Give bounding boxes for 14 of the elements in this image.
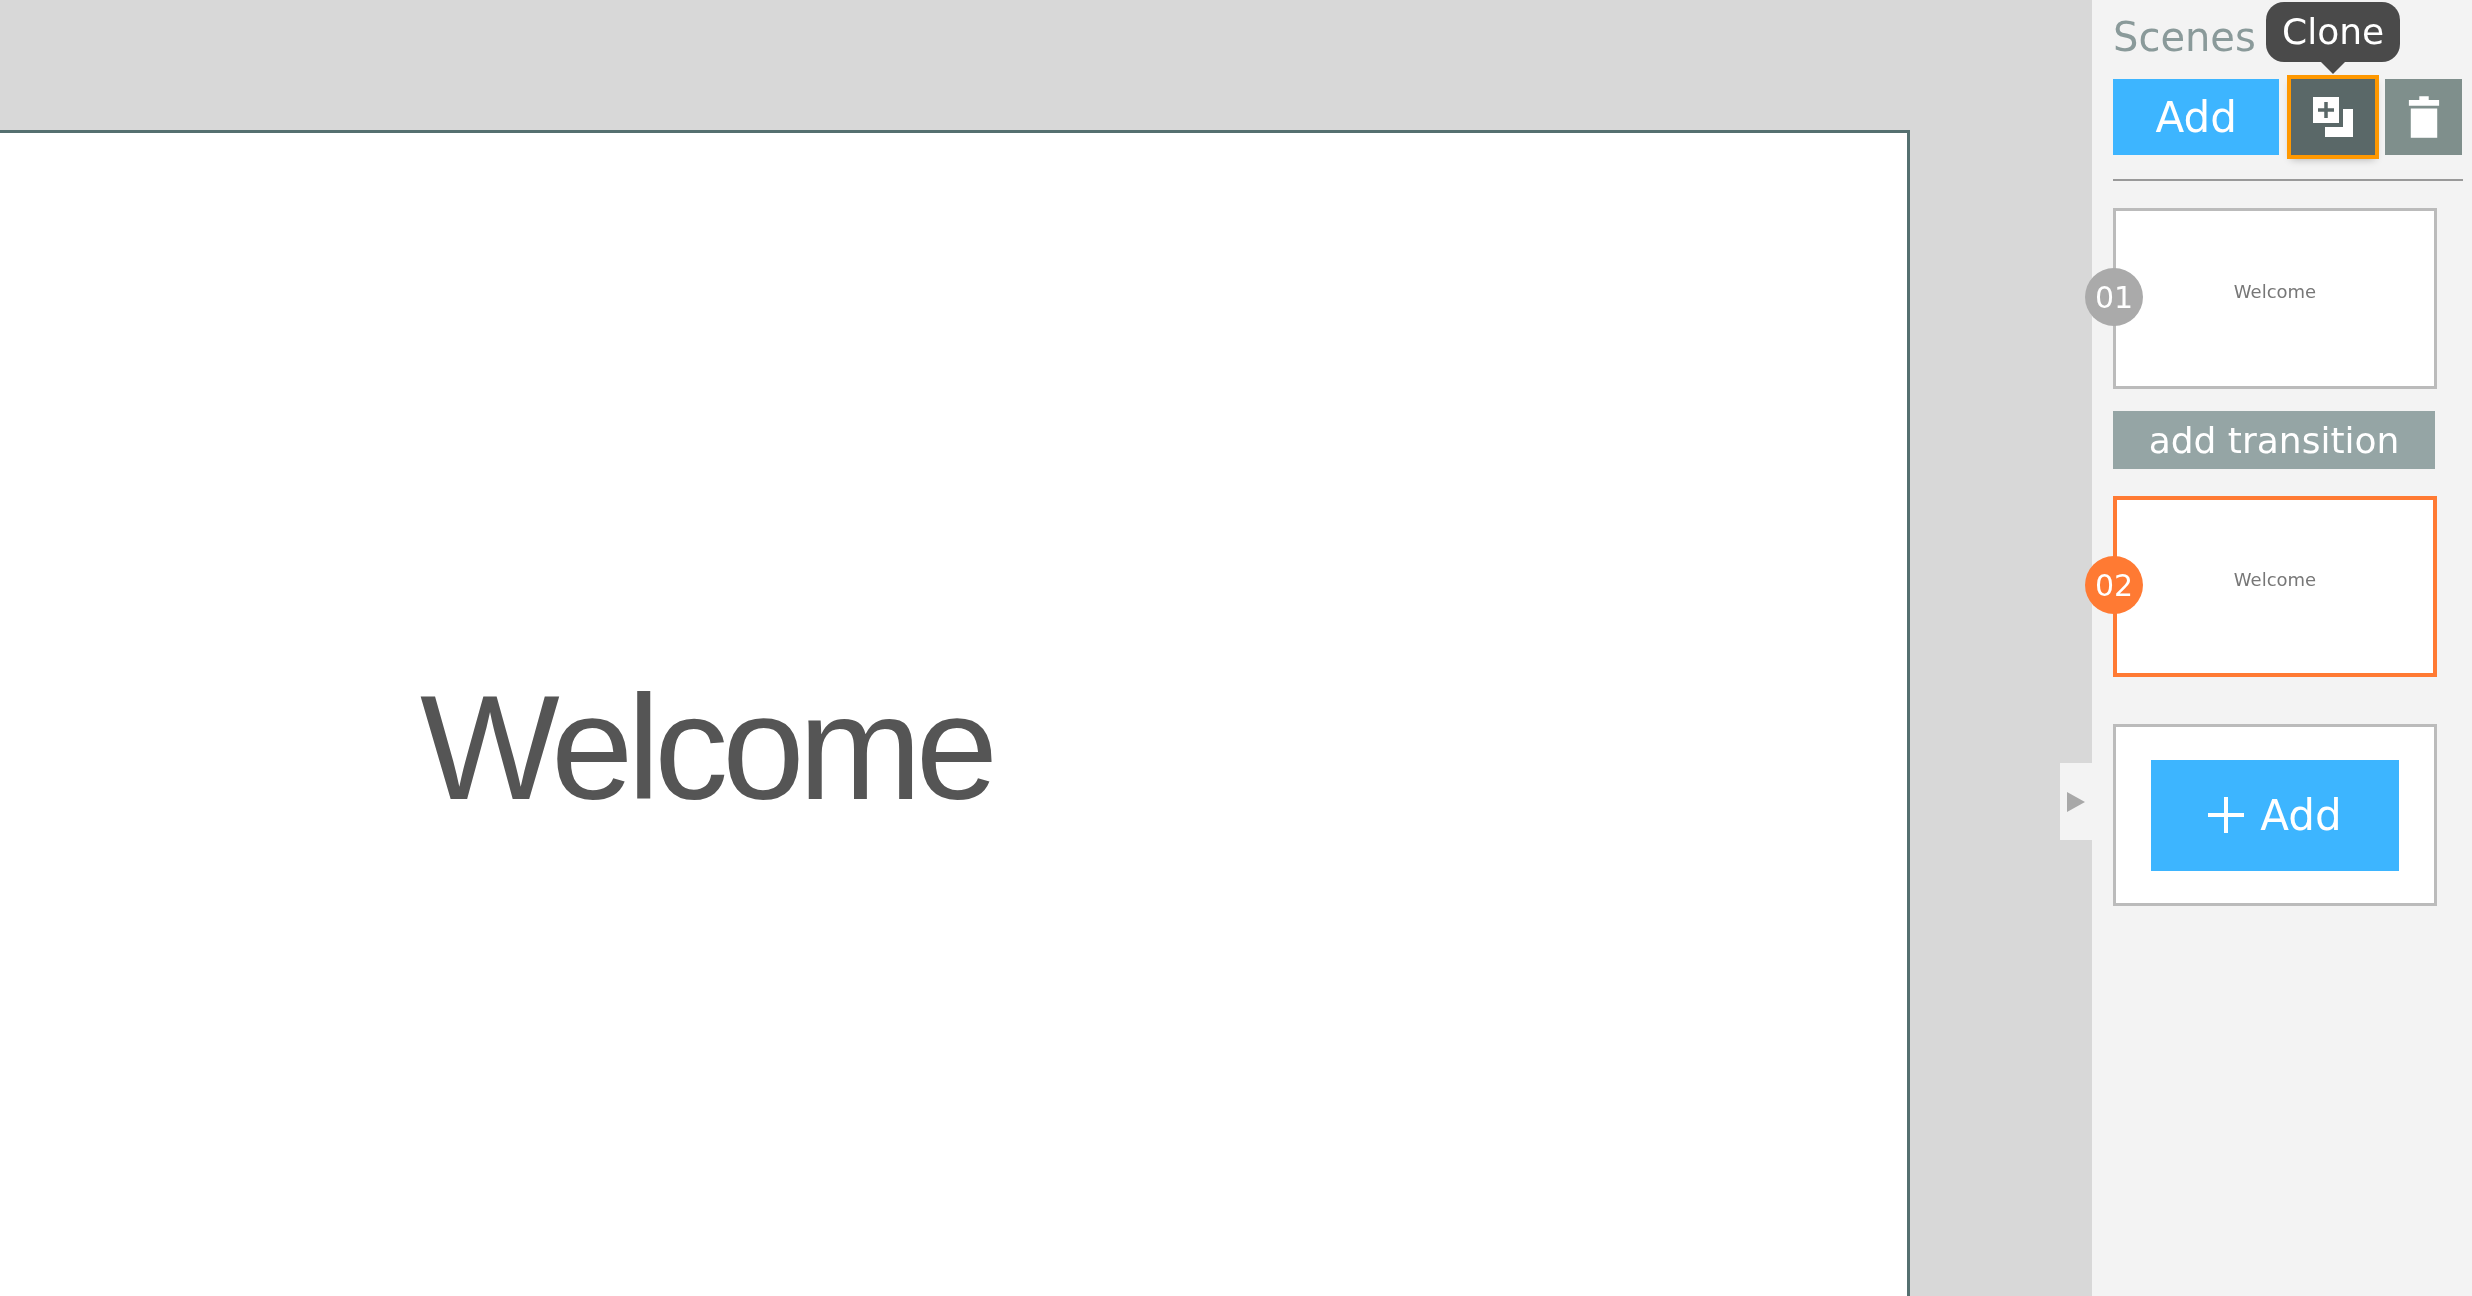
add-scene-button[interactable]: Add: [2151, 759, 2399, 871]
slide-title: Welcome: [420, 665, 993, 830]
tooltip-pointer: [2321, 62, 2346, 74]
tooltip: Clone: [2266, 2, 2401, 62]
plus-icon: [2208, 797, 2245, 833]
add-button[interactable]: Add: [2113, 79, 2280, 155]
thumbnail-text: Welcome: [2233, 281, 2317, 302]
panel-title: Scenes: [2113, 13, 2256, 62]
add-transition-button[interactable]: add transition: [2113, 411, 2435, 469]
thumbnail-text: Welcome: [2233, 569, 2317, 590]
delete-button[interactable]: [2385, 79, 2462, 155]
trash-icon: [2406, 94, 2441, 140]
collapse-handle[interactable]: [2060, 763, 2092, 840]
play-icon: [2067, 791, 2085, 812]
